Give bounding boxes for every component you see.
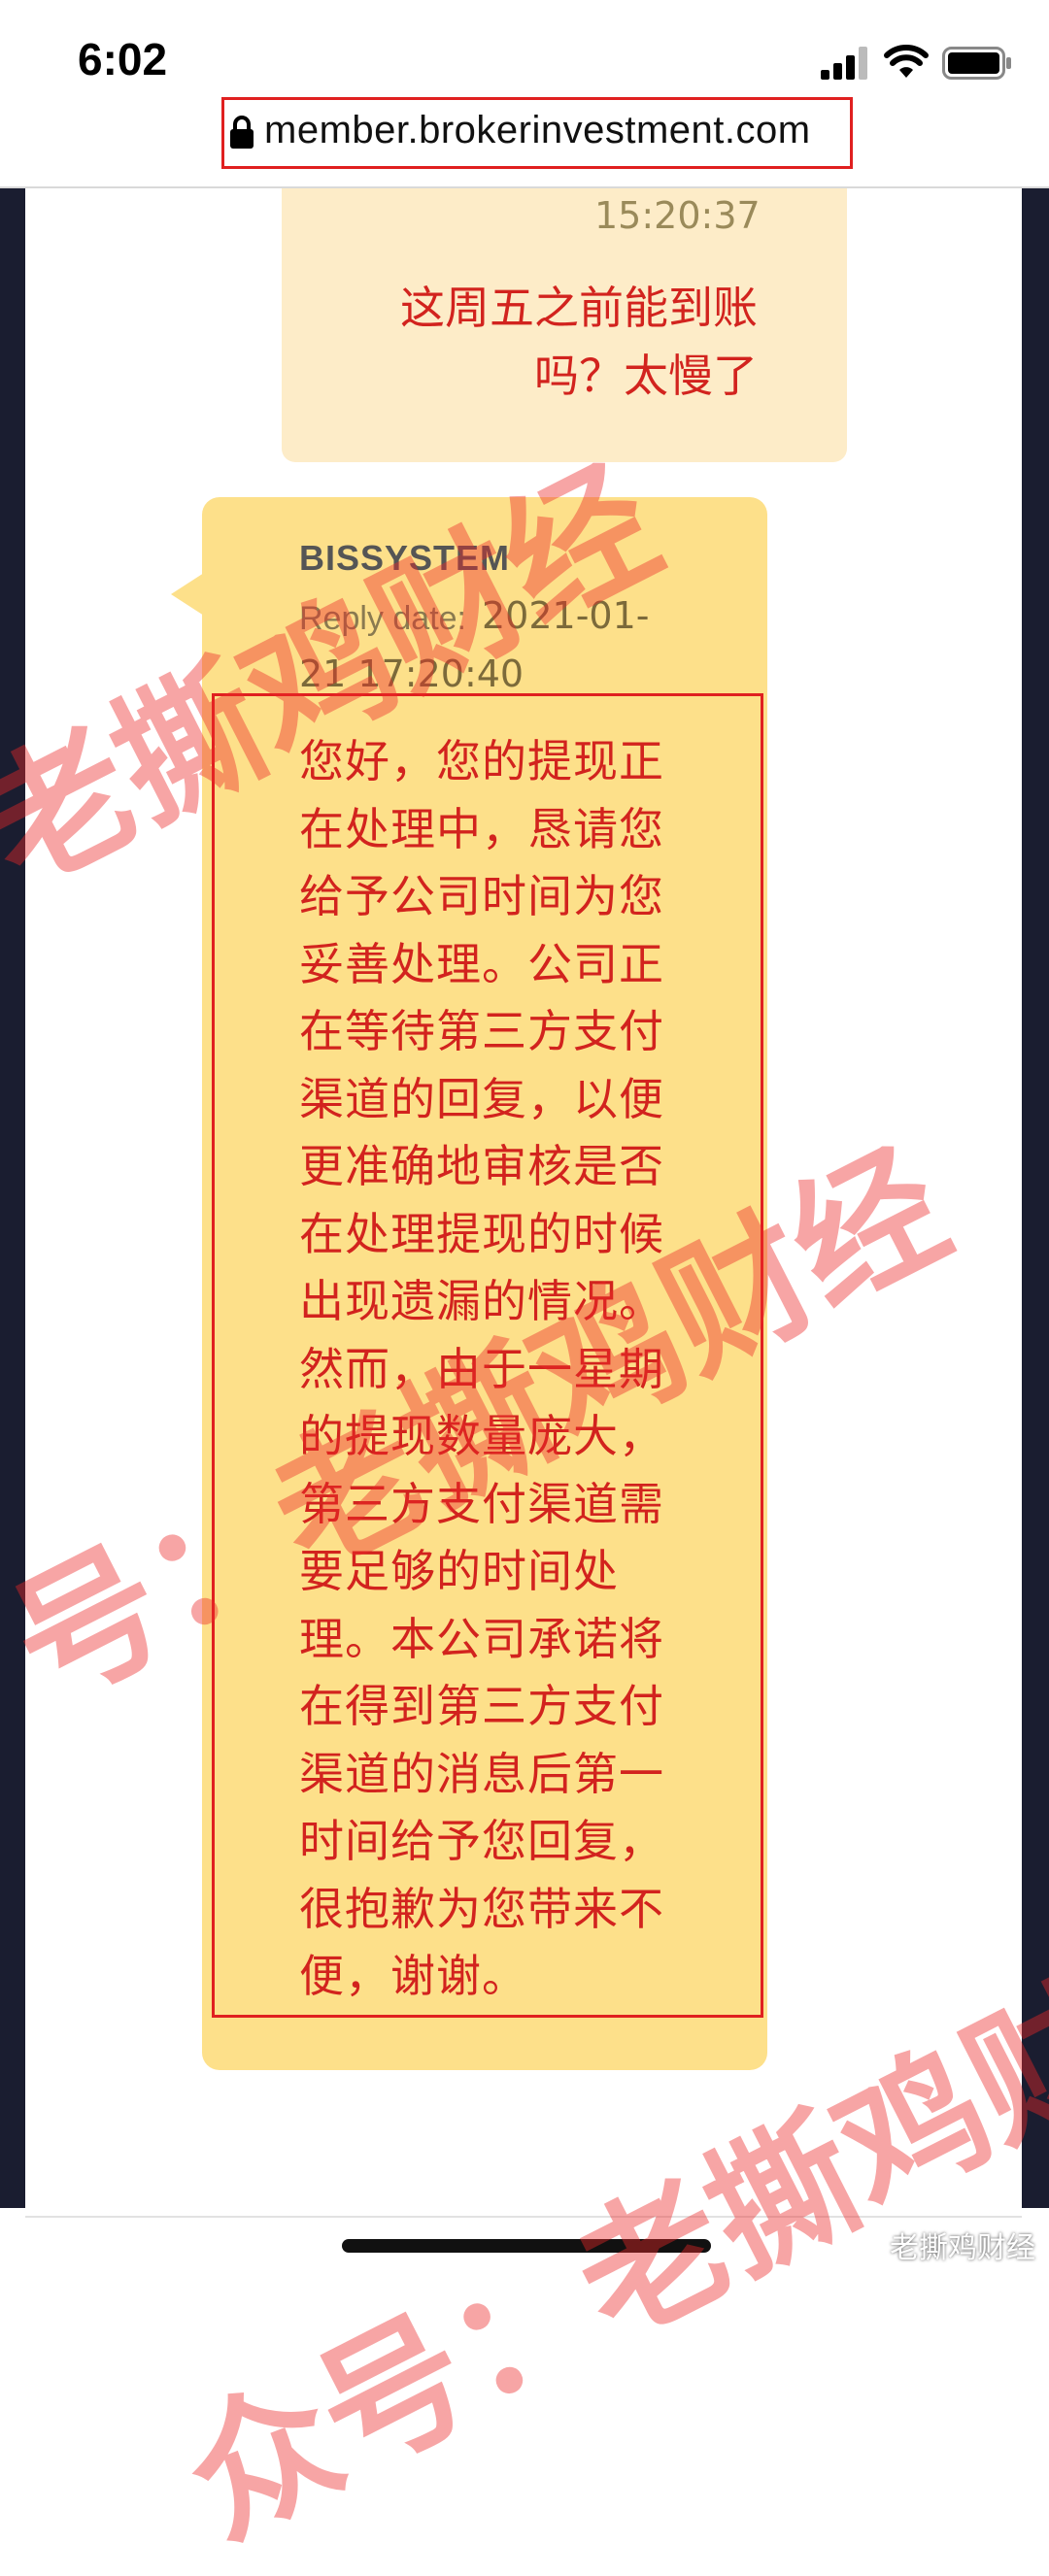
wifi-icon — [884, 45, 929, 78]
message-time: 15:20:37 — [594, 194, 761, 237]
page-edge-right — [1022, 188, 1049, 2208]
brand-watermark: 老撕鸡财经 — [890, 2231, 1035, 2265]
battery-icon — [942, 47, 1011, 80]
status-bar: 6:02 — [0, 0, 1049, 97]
lock-icon — [230, 116, 254, 149]
url-text[interactable]: member.brokerinvestment.com — [264, 109, 811, 152]
status-time: 6:02 — [78, 34, 168, 84]
user-message-text: 这周五之前能到账吗？太慢了 — [400, 282, 758, 402]
page-edge-left — [0, 188, 25, 2208]
signal-icon — [821, 47, 867, 80]
wechat-icon — [847, 2231, 886, 2256]
